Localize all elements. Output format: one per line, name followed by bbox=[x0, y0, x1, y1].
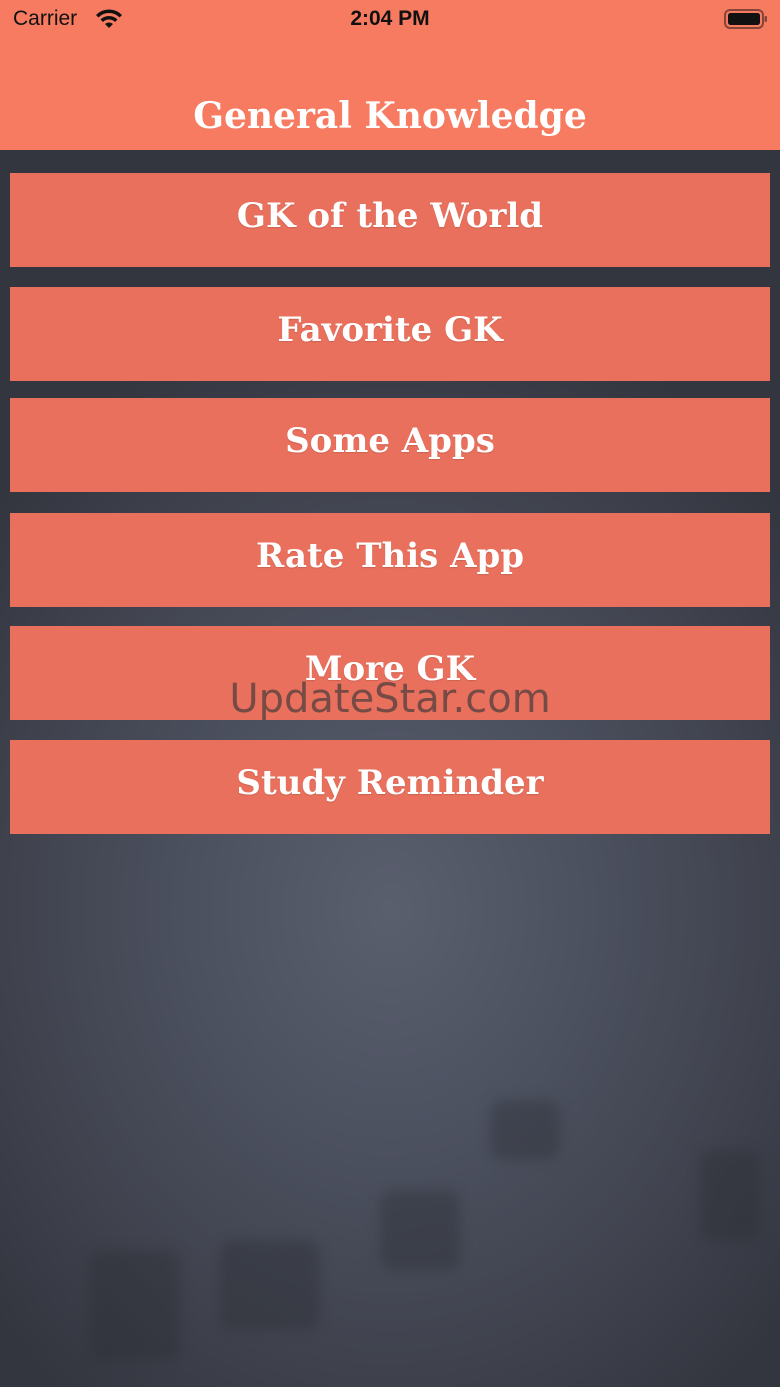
background-shape bbox=[700, 1150, 760, 1240]
menu-button-study-reminder[interactable]: Study Reminder bbox=[10, 740, 770, 834]
page-title: General Knowledge bbox=[193, 95, 587, 137]
battery-icon bbox=[724, 9, 767, 29]
background-shape bbox=[90, 1250, 180, 1360]
background-shape bbox=[220, 1240, 320, 1330]
menu-button-favorite-gk[interactable]: Favorite GK bbox=[10, 287, 770, 381]
background-shape bbox=[490, 1100, 560, 1160]
background-shape bbox=[380, 1190, 460, 1270]
status-time: 2:04 PM bbox=[350, 7, 430, 30]
navigation-header: Carrier 2:04 PM General Knowledge bbox=[0, 0, 780, 150]
menu-button-more-gk[interactable]: More GK bbox=[10, 626, 770, 720]
menu-button-gk-of-the-world[interactable]: GK of the World bbox=[10, 173, 770, 267]
menu-button-some-apps[interactable]: Some Apps bbox=[10, 398, 770, 492]
menu-button-rate-this-app[interactable]: Rate This App bbox=[10, 513, 770, 607]
status-bar: Carrier 2:04 PM bbox=[0, 0, 780, 40]
